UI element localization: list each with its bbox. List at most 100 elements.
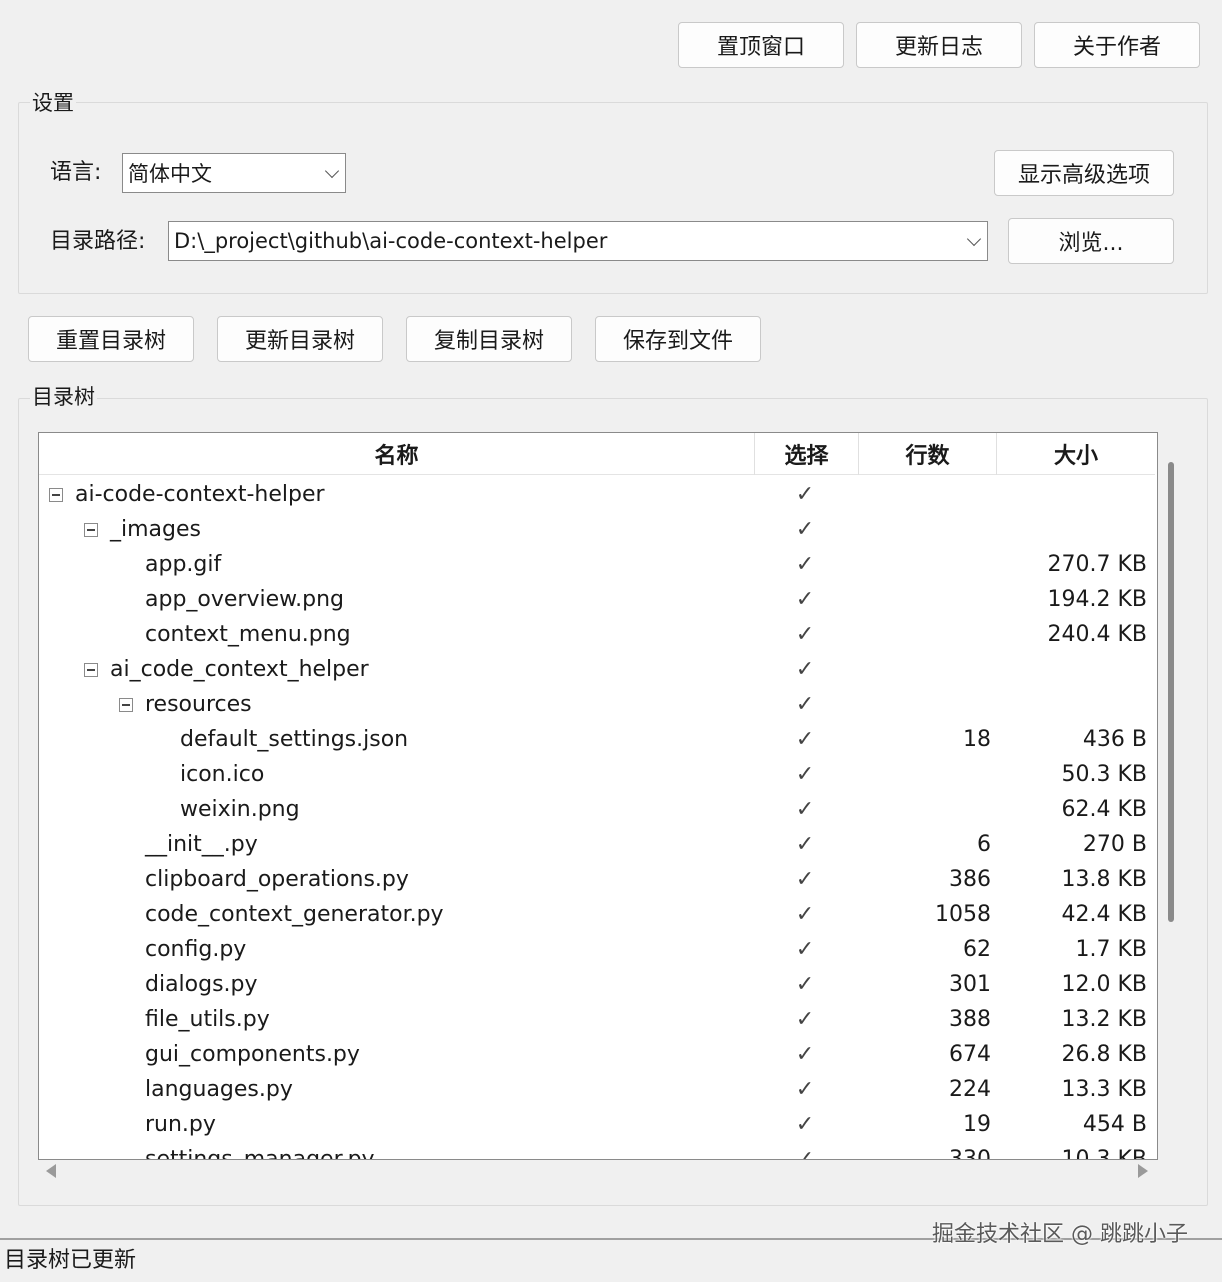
settings-group bbox=[18, 102, 1208, 294]
tree-row[interactable]: run.py ✓ 19 454 B bbox=[39, 1107, 1155, 1142]
tree-row[interactable]: _images ✓ bbox=[39, 512, 1155, 547]
checkmark-icon[interactable]: ✓ bbox=[755, 967, 855, 1002]
file-size: 13.2 KB bbox=[1061, 1007, 1148, 1032]
tree-row[interactable]: app.gif ✓ 270.7 KB bbox=[39, 547, 1155, 582]
tree-row[interactable]: ai-code-context-helper ✓ bbox=[39, 477, 1155, 512]
tree-item-name: settings_manager.py bbox=[145, 1147, 375, 1160]
checkmark-icon[interactable]: ✓ bbox=[755, 792, 855, 827]
line-count: 224 bbox=[949, 1077, 991, 1102]
tree-item-name: config.py bbox=[145, 937, 247, 962]
tree-item-name: app_overview.png bbox=[145, 587, 344, 612]
tree-item-name: ai_code_context_helper bbox=[110, 657, 369, 682]
checkmark-icon[interactable]: ✓ bbox=[755, 932, 855, 967]
tree-item-name: default_settings.json bbox=[180, 727, 409, 752]
checkmark-icon[interactable]: ✓ bbox=[755, 1002, 855, 1037]
checkmark-icon[interactable]: ✓ bbox=[755, 512, 855, 547]
status-text: 目录树已更新 bbox=[4, 1248, 137, 1273]
tree-row[interactable]: code_context_generator.py ✓ 1058 42.4 KB bbox=[39, 897, 1155, 932]
language-select[interactable]: 简体中文 bbox=[122, 153, 346, 193]
tree-row[interactable]: resources ✓ bbox=[39, 687, 1155, 722]
tree-item-name: dialogs.py bbox=[145, 972, 258, 997]
tree-item-name: __init__.py bbox=[145, 832, 258, 857]
directory-path-value: D:\_project\github\ai-code-context-helpe… bbox=[174, 229, 608, 253]
directory-tree[interactable]: 名称 选择 行数 大小 ai-code-context-helper ✓ _imag… bbox=[38, 432, 1158, 1160]
collapse-icon[interactable] bbox=[49, 488, 63, 502]
file-size: 1.7 KB bbox=[1075, 937, 1148, 962]
line-count: 19 bbox=[963, 1112, 991, 1137]
column-header-lines[interactable]: 行数 bbox=[859, 433, 997, 475]
checkmark-icon[interactable]: ✓ bbox=[755, 897, 855, 932]
collapse-icon[interactable] bbox=[84, 523, 98, 537]
checkmark-icon[interactable]: ✓ bbox=[755, 1142, 855, 1159]
checkmark-icon[interactable]: ✓ bbox=[755, 1107, 855, 1142]
checkmark-icon[interactable]: ✓ bbox=[755, 757, 855, 792]
checkmark-icon[interactable]: ✓ bbox=[755, 1072, 855, 1107]
tree-row[interactable]: clipboard_operations.py ✓ 386 13.8 KB bbox=[39, 862, 1155, 897]
tree-row[interactable]: context_menu.png ✓ 240.4 KB bbox=[39, 617, 1155, 652]
line-count: 62 bbox=[963, 937, 991, 962]
file-size: 26.8 KB bbox=[1061, 1042, 1148, 1067]
checkmark-icon[interactable]: ✓ bbox=[755, 547, 855, 582]
collapse-icon[interactable] bbox=[119, 698, 133, 712]
changelog-button[interactable]: 更新日志 bbox=[856, 22, 1022, 68]
reset-tree-button[interactable]: 重置目录树 bbox=[28, 316, 194, 362]
refresh-tree-button[interactable]: 更新目录树 bbox=[217, 316, 383, 362]
chevron-down-icon bbox=[966, 231, 982, 247]
line-count: 386 bbox=[949, 867, 991, 892]
tree-row[interactable]: __init__.py ✓ 6 270 B bbox=[39, 827, 1155, 862]
show-advanced-button[interactable]: 显示高级选项 bbox=[994, 150, 1174, 196]
tree-row[interactable]: languages.py ✓ 224 13.3 KB bbox=[39, 1072, 1155, 1107]
scroll-right-icon[interactable] bbox=[1138, 1164, 1148, 1178]
tree-row[interactable]: weixin.png ✓ 62.4 KB bbox=[39, 792, 1155, 827]
file-size: 240.4 KB bbox=[1047, 622, 1148, 647]
tree-row[interactable]: settings_manager.py ✓ 330 10.3 KB bbox=[39, 1142, 1155, 1160]
tree-row[interactable]: ai_code_context_helper ✓ bbox=[39, 652, 1155, 687]
column-header-name[interactable]: 名称 bbox=[39, 433, 755, 475]
tree-item-name: ai-code-context-helper bbox=[75, 482, 325, 507]
column-header-select[interactable]: 选择 bbox=[755, 433, 859, 475]
file-size: 62.4 KB bbox=[1061, 797, 1148, 822]
tree-row[interactable]: dialogs.py ✓ 301 12.0 KB bbox=[39, 967, 1155, 1002]
tree-item-name: clipboard_operations.py bbox=[145, 867, 409, 892]
tree-item-name: code_context_generator.py bbox=[145, 902, 444, 927]
checkmark-icon[interactable]: ✓ bbox=[755, 827, 855, 862]
settings-group-title: 设置 bbox=[30, 90, 76, 116]
scroll-left-icon[interactable] bbox=[46, 1164, 56, 1178]
tree-row[interactable]: file_utils.py ✓ 388 13.2 KB bbox=[39, 1002, 1155, 1037]
checkmark-icon[interactable]: ✓ bbox=[755, 582, 855, 617]
copy-tree-button[interactable]: 复制目录树 bbox=[406, 316, 572, 362]
line-count: 330 bbox=[949, 1147, 991, 1160]
checkmark-icon[interactable]: ✓ bbox=[755, 652, 855, 687]
pin-window-button[interactable]: 置顶窗口 bbox=[678, 22, 844, 68]
checkmark-icon[interactable]: ✓ bbox=[755, 862, 855, 897]
checkmark-icon[interactable]: ✓ bbox=[755, 477, 855, 512]
tree-rows: ai-code-context-helper ✓ _images ✓ app.gif ✓ 2… bbox=[39, 477, 1155, 1160]
checkmark-icon[interactable]: ✓ bbox=[755, 722, 855, 757]
directory-path-label: 目录路径: bbox=[50, 229, 146, 254]
checkmark-icon[interactable]: ✓ bbox=[755, 617, 855, 652]
vertical-scrollbar[interactable] bbox=[1168, 462, 1174, 922]
checkmark-icon[interactable]: ✓ bbox=[755, 1037, 855, 1072]
column-header-size[interactable]: 大小 bbox=[997, 433, 1155, 475]
browse-button[interactable]: 浏览... bbox=[1008, 218, 1174, 264]
tree-row[interactable]: gui_components.py ✓ 674 26.8 KB bbox=[39, 1037, 1155, 1072]
tree-item-name: context_menu.png bbox=[145, 622, 351, 647]
line-count: 18 bbox=[963, 727, 991, 752]
file-size: 194.2 KB bbox=[1047, 587, 1148, 612]
directory-path-input[interactable]: D:\_project\github\ai-code-context-helpe… bbox=[168, 221, 988, 261]
tree-item-name: file_utils.py bbox=[145, 1007, 270, 1032]
file-size: 454 B bbox=[1082, 1112, 1147, 1137]
file-size: 10.3 KB bbox=[1061, 1147, 1148, 1160]
save-to-file-button[interactable]: 保存到文件 bbox=[595, 316, 761, 362]
tree-row[interactable]: config.py ✓ 62 1.7 KB bbox=[39, 932, 1155, 967]
file-size: 12.0 KB bbox=[1061, 972, 1148, 997]
tree-group-title: 目录树 bbox=[30, 384, 97, 410]
tree-row[interactable]: default_settings.json ✓ 18 436 B bbox=[39, 722, 1155, 757]
file-size: 13.3 KB bbox=[1061, 1077, 1148, 1102]
checkmark-icon[interactable]: ✓ bbox=[755, 687, 855, 722]
collapse-icon[interactable] bbox=[84, 663, 98, 677]
tree-row[interactable]: icon.ico ✓ 50.3 KB bbox=[39, 757, 1155, 792]
file-size: 13.8 KB bbox=[1061, 867, 1148, 892]
about-author-button[interactable]: 关于作者 bbox=[1034, 22, 1200, 68]
tree-row[interactable]: app_overview.png ✓ 194.2 KB bbox=[39, 582, 1155, 617]
